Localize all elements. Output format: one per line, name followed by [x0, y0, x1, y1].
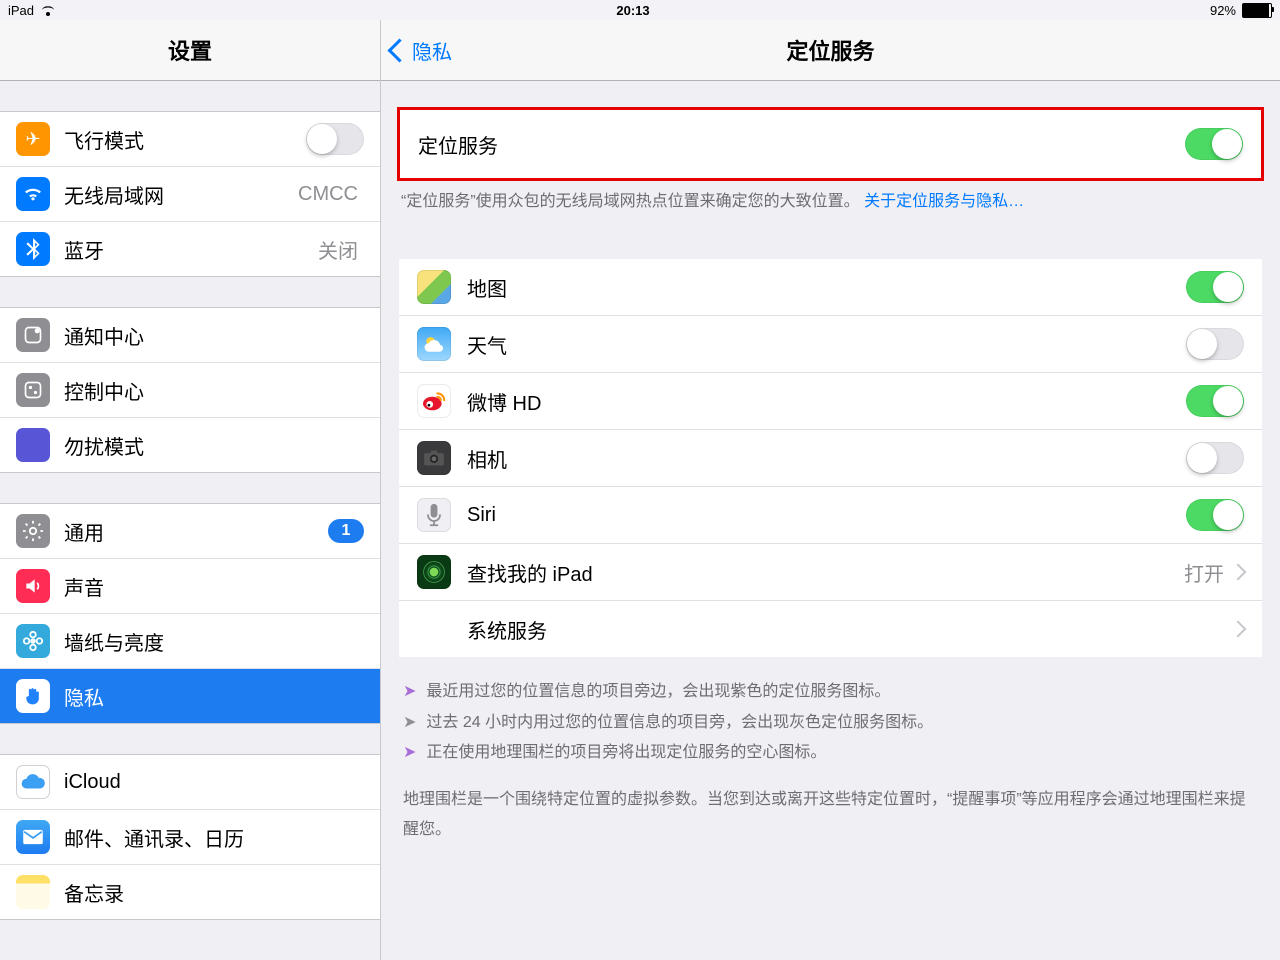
airplane-toggle[interactable] — [306, 123, 364, 155]
sidebar-item-general[interactable]: 通用 1 — [0, 503, 380, 559]
location-master-footer: “定位服务”使用众包的无线局域网热点位置来确定您的大致位置。 关于定位服务与隐私… — [381, 181, 1280, 213]
settings-sidebar: 设置 ✈︎ 飞行模式 无线局域网 CMCC — [0, 20, 381, 960]
sidebar-item-wallpaper[interactable]: 墙纸与亮度 — [0, 614, 380, 669]
flower-icon — [16, 624, 50, 658]
gear-icon — [16, 514, 50, 548]
location-master-toggle[interactable] — [1185, 128, 1243, 160]
camera-toggle[interactable] — [1186, 442, 1244, 474]
sidebar-item-controlcenter[interactable]: 控制中心 — [0, 363, 380, 418]
hand-icon — [16, 679, 50, 713]
wifi-icon — [40, 4, 56, 16]
location-master-section: 定位服务 — [397, 107, 1264, 181]
back-label: 隐私 — [412, 36, 452, 65]
location-arrow-outline-icon: ➤ — [403, 738, 416, 768]
sidebar-title: 设置 — [168, 34, 212, 66]
sidebar-item-notification[interactable]: 通知中心 — [0, 307, 380, 363]
sidebar-item-icloud[interactable]: iCloud — [0, 754, 380, 810]
sidebar-item-dnd[interactable]: 勿扰模式 — [0, 418, 380, 473]
sidebar-item-wifi[interactable]: 无线局域网 CMCC — [0, 167, 380, 222]
weather-toggle[interactable] — [1186, 328, 1244, 360]
bluetooth-icon — [16, 232, 50, 266]
battery-icon — [1242, 3, 1272, 18]
status-time: 20:13 — [616, 3, 649, 18]
location-master-row[interactable]: 定位服务 — [400, 110, 1261, 178]
about-location-link[interactable]: 关于定位服务与隐私… — [864, 193, 1024, 210]
status-bar: iPad 20:13 92% — [0, 0, 1280, 20]
controlcenter-icon — [16, 373, 50, 407]
apps-section: 地图 天气 微博 HD — [399, 259, 1262, 657]
back-button[interactable]: 隐私 — [381, 36, 462, 65]
detail-header: 隐私 定位服务 — [381, 20, 1280, 81]
find-ipad-icon — [417, 555, 451, 589]
sidebar-item-sound[interactable]: 声音 — [0, 559, 380, 614]
app-row-siri[interactable]: Siri — [399, 487, 1262, 544]
weibo-icon — [417, 384, 451, 418]
detail-title: 定位服务 — [786, 34, 874, 66]
app-row-system-services[interactable]: 系统服务 — [399, 601, 1262, 657]
app-row-weather[interactable]: 天气 — [399, 316, 1262, 373]
detail-pane: 隐私 定位服务 定位服务 “定位服务”使用众包的无线局域网热点位置来确定您的大致… — [381, 20, 1280, 960]
chevron-left-icon — [387, 38, 411, 62]
device-label: iPad — [8, 3, 34, 18]
app-row-camera[interactable]: 相机 — [399, 430, 1262, 487]
maps-toggle[interactable] — [1186, 271, 1244, 303]
battery-percent: 92% — [1210, 3, 1236, 18]
cloud-icon — [16, 765, 50, 799]
wifi-settings-icon — [16, 177, 50, 211]
chevron-right-icon — [1230, 564, 1247, 581]
sidebar-item-airplane[interactable]: ✈︎ 飞行模式 — [0, 111, 380, 167]
moon-icon — [16, 428, 50, 462]
app-row-maps[interactable]: 地图 — [399, 259, 1262, 316]
app-row-weibo[interactable]: 微博 HD — [399, 373, 1262, 430]
sidebar-item-notes[interactable]: 备忘录 — [0, 865, 380, 920]
general-badge: 1 — [328, 519, 364, 543]
sidebar-header: 设置 — [0, 20, 380, 81]
legend: ➤最近用过您的位置信息的项目旁边，会出现紫色的定位服务图标。 ➤过去 24 小时… — [403, 677, 1258, 845]
app-row-find-ipad[interactable]: 查找我的 iPad 打开 — [399, 544, 1262, 601]
location-arrow-gray-icon: ➤ — [403, 708, 416, 738]
notes-icon — [16, 875, 50, 909]
speaker-icon — [16, 569, 50, 603]
airplane-icon: ✈︎ — [16, 122, 50, 156]
weibo-toggle[interactable] — [1186, 385, 1244, 417]
location-arrow-purple-icon: ➤ — [403, 677, 416, 707]
chevron-right-icon — [1230, 621, 1247, 638]
maps-icon — [417, 270, 451, 304]
sidebar-item-privacy[interactable]: 隐私 — [0, 669, 380, 724]
notification-icon — [16, 318, 50, 352]
siri-icon — [417, 498, 451, 532]
sidebar-item-bluetooth[interactable]: 蓝牙 关闭 — [0, 222, 380, 277]
camera-icon — [417, 441, 451, 475]
legend-paragraph: 地理围栏是一个围绕特定位置的虚拟参数。当您到达或离开这些特定位置时，“提醒事项”… — [403, 785, 1258, 846]
weather-icon — [417, 327, 451, 361]
mail-icon — [16, 820, 50, 854]
sidebar-item-mail[interactable]: 邮件、通讯录、日历 — [0, 810, 380, 865]
siri-toggle[interactable] — [1186, 499, 1244, 531]
